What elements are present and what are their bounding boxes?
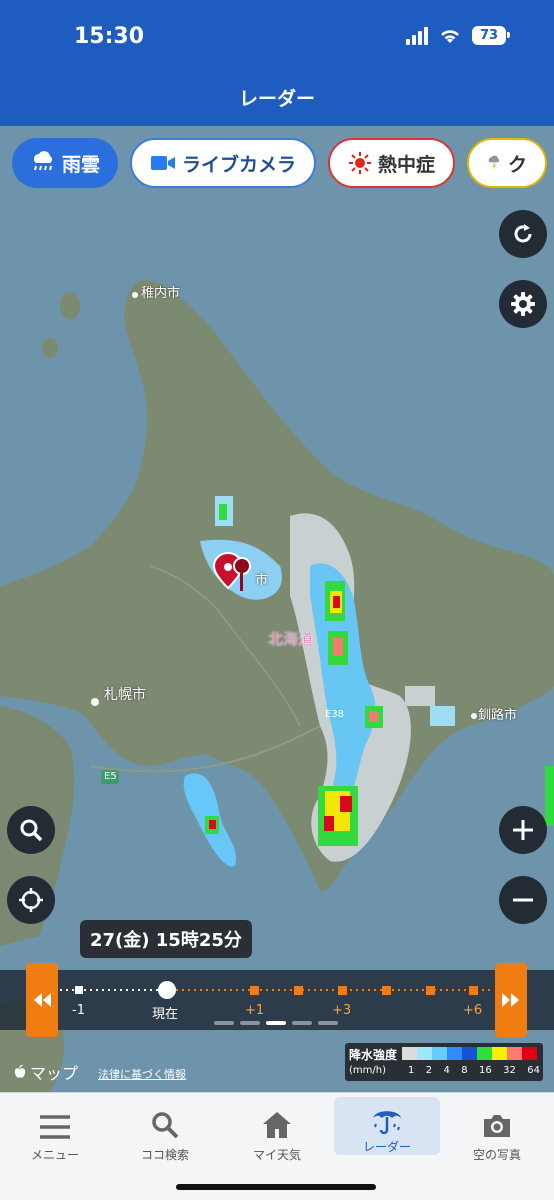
cellular-signal-icon bbox=[406, 26, 428, 45]
legend-title: 降水強度 bbox=[349, 1048, 398, 1062]
legend-swatch bbox=[477, 1047, 492, 1060]
legend-swatches bbox=[402, 1047, 537, 1060]
chip-heatstroke[interactable]: 熱中症 bbox=[328, 138, 456, 188]
legend-swatch bbox=[507, 1047, 522, 1060]
status-icons: 73 bbox=[406, 26, 510, 45]
rain-cloud-icon bbox=[34, 151, 53, 171]
chip-rain-cloud[interactable]: 雨雲 bbox=[12, 138, 119, 188]
place-label-kushiro: 釧路市 bbox=[478, 708, 518, 723]
legend-tick: 16 bbox=[479, 1065, 492, 1076]
page-dot bbox=[240, 1021, 260, 1025]
app-header: 15:30 73 レーダー bbox=[0, 0, 554, 126]
thunder-cloud-icon bbox=[488, 155, 500, 170]
page-title: レーダー bbox=[238, 88, 315, 110]
refresh-icon bbox=[514, 224, 532, 243]
chip-live-camera[interactable]: ライブカメラ bbox=[130, 138, 317, 188]
current-location-button[interactable] bbox=[7, 876, 55, 924]
timeline-label-now: 現在 bbox=[152, 1007, 179, 1022]
chip-label: ライブカメラ bbox=[182, 153, 297, 176]
wifi-icon bbox=[441, 29, 459, 43]
map-attribution: マップ bbox=[14, 1060, 78, 1084]
chip-label: 熱中症 bbox=[378, 153, 436, 176]
minus-icon bbox=[513, 898, 533, 902]
tab-radar[interactable]: レーダー bbox=[334, 1097, 440, 1155]
crosshair-icon bbox=[19, 888, 43, 912]
tab-label: メニュー bbox=[30, 1148, 79, 1162]
legend-tick: 8 bbox=[461, 1065, 468, 1076]
legal-info-link[interactable]: 法律に基づく情報 bbox=[98, 1066, 186, 1082]
zoom-out-button[interactable] bbox=[499, 876, 547, 924]
tab-label: 空の写真 bbox=[472, 1148, 521, 1162]
legend-swatch bbox=[492, 1047, 507, 1060]
road-label-e5: E5 bbox=[104, 771, 117, 782]
place-label-wakkanai: 稚内市 bbox=[141, 286, 181, 301]
zoom-in-button[interactable] bbox=[499, 806, 547, 854]
status-time: 15:30 bbox=[74, 24, 145, 49]
place-label-sapporo: 札幌市 bbox=[104, 687, 146, 703]
tab-search[interactable]: ココ検索 bbox=[110, 1093, 220, 1163]
tab-label: マイ天気 bbox=[252, 1148, 301, 1162]
umbrella-icon bbox=[373, 1111, 401, 1135]
search-map-button[interactable] bbox=[7, 806, 55, 854]
page-dot bbox=[292, 1021, 312, 1025]
legend-tick: 2 bbox=[425, 1065, 433, 1076]
gear-icon bbox=[511, 292, 535, 316]
rewind-icon bbox=[34, 993, 51, 1007]
legend-tick: 1 bbox=[408, 1065, 415, 1076]
chip-label: 雨雲 bbox=[62, 153, 101, 176]
video-camera-icon bbox=[151, 156, 176, 170]
refresh-button[interactable] bbox=[499, 210, 547, 258]
legend-ticks: 1 2 4 8 16 32 64 bbox=[402, 1065, 540, 1076]
place-label-hokkaido: 北海道 bbox=[268, 630, 314, 648]
legend-tick: 64 bbox=[527, 1065, 540, 1076]
timeline-marker-minus1 bbox=[75, 986, 83, 994]
page-dot bbox=[266, 1021, 286, 1025]
tab-menu[interactable]: メニュー bbox=[0, 1093, 110, 1163]
battery-indicator: 73 bbox=[472, 26, 510, 45]
map-attribution-label: マップ bbox=[30, 1064, 79, 1083]
page-dot bbox=[318, 1021, 338, 1025]
search-icon bbox=[152, 1112, 179, 1139]
legend-swatch bbox=[432, 1047, 447, 1060]
legend-tick: 32 bbox=[503, 1065, 516, 1076]
tab-sky-photos[interactable]: 空の写真 bbox=[442, 1093, 552, 1163]
place-label-shi: 市 bbox=[255, 573, 269, 588]
settings-button[interactable] bbox=[499, 280, 547, 328]
fast-forward-button[interactable] bbox=[495, 963, 527, 1037]
legend-swatch bbox=[522, 1047, 537, 1060]
tab-my-weather[interactable]: マイ天気 bbox=[222, 1093, 332, 1163]
camera-icon bbox=[484, 1115, 510, 1137]
timeline-knob bbox=[158, 981, 176, 999]
fast-forward-icon bbox=[502, 993, 519, 1007]
layer-chips: 雨雲 ライブカメラ 熱中症 ク bbox=[12, 138, 548, 188]
road-label-e38: E38 bbox=[325, 709, 345, 720]
tab-label: レーダー bbox=[362, 1140, 411, 1154]
precipitation-legend: 降水強度 (mm/h) 1 2 4 8 16 32 64 bbox=[345, 1043, 543, 1081]
legend-swatch bbox=[402, 1047, 417, 1060]
chip-thunder[interactable]: ク bbox=[467, 138, 548, 188]
time-label: 27(金) 15時25分 bbox=[80, 920, 252, 958]
menu-icon bbox=[40, 1115, 70, 1139]
home-indicator bbox=[176, 1184, 376, 1190]
chip-label: ク bbox=[508, 153, 528, 176]
page-indicator bbox=[214, 1021, 338, 1025]
legend-tick: 4 bbox=[443, 1065, 450, 1076]
timeline-label-plus6: +6 bbox=[463, 1003, 483, 1018]
legend-swatch bbox=[417, 1047, 432, 1060]
search-icon bbox=[20, 819, 43, 842]
legend-unit: (mm/h) bbox=[349, 1065, 386, 1076]
sun-icon bbox=[349, 152, 372, 174]
plus-icon bbox=[513, 820, 533, 840]
page-dot bbox=[214, 1021, 234, 1025]
timeline-label-plus3: +3 bbox=[332, 1003, 352, 1018]
tab-label: ココ検索 bbox=[140, 1148, 189, 1162]
legend-swatch bbox=[447, 1047, 462, 1060]
timeline-label-minus1: -1 bbox=[72, 1003, 85, 1018]
home-icon bbox=[263, 1112, 291, 1138]
timeline-label-plus1: +1 bbox=[245, 1003, 265, 1018]
apple-logo-icon bbox=[14, 1065, 26, 1078]
legend-swatch bbox=[462, 1047, 477, 1060]
rewind-button[interactable] bbox=[26, 963, 58, 1037]
